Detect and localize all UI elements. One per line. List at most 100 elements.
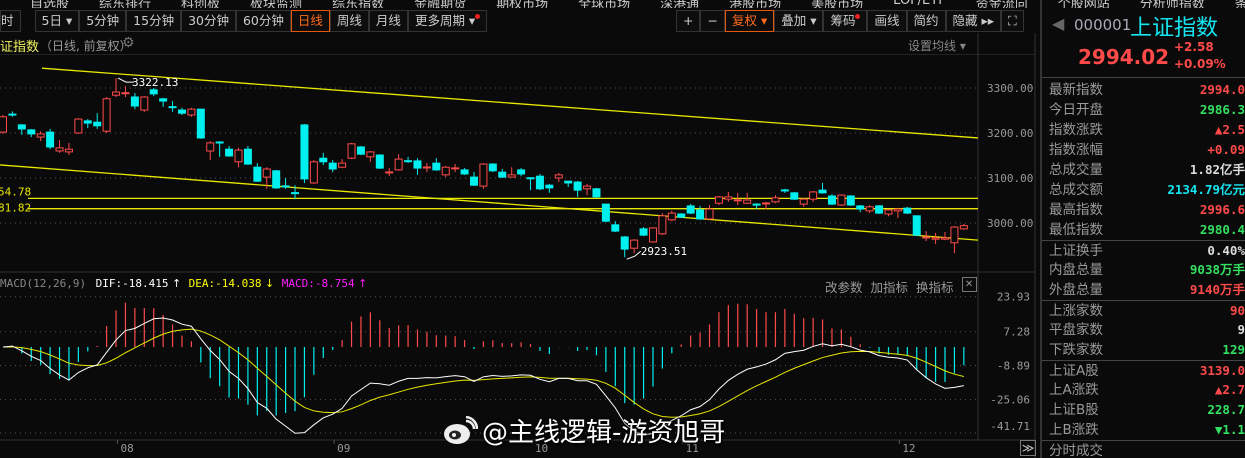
candle bbox=[206, 141, 215, 160]
candle bbox=[385, 168, 394, 177]
quote-value: 0.40% bbox=[1207, 243, 1245, 258]
candle bbox=[17, 124, 26, 135]
candle-body bbox=[950, 226, 959, 244]
candle bbox=[564, 180, 573, 187]
quote-row: 指数涨跌 ▲2.5 bbox=[1042, 120, 1245, 140]
price-tick-label: 3000.00 bbox=[987, 217, 1033, 230]
price-tick-label: 3300.00 bbox=[987, 82, 1033, 95]
candle bbox=[356, 146, 365, 156]
candle-body bbox=[206, 142, 215, 152]
next-page-button[interactable]: ≫ bbox=[1020, 440, 1036, 456]
candle bbox=[140, 96, 149, 112]
candle bbox=[677, 213, 686, 219]
candle-body bbox=[8, 113, 17, 116]
quote-value: 228.7 bbox=[1207, 402, 1245, 417]
quote-label: 上A涨跌 bbox=[1049, 382, 1099, 398]
quote-row: 最新指数 2994.0 bbox=[1042, 80, 1245, 100]
quote-label: 上涨家数 bbox=[1049, 303, 1103, 319]
candle bbox=[225, 146, 234, 157]
quote-value: 2996.6 bbox=[1199, 202, 1245, 217]
quote-row: 今日开盘 2986.3 bbox=[1042, 100, 1245, 120]
candle bbox=[281, 178, 290, 189]
prev-arrow-icon[interactable]: ◀ bbox=[1052, 14, 1064, 33]
candle bbox=[215, 141, 224, 157]
close-indicator-button[interactable]: ✕ bbox=[961, 277, 977, 292]
candle-body bbox=[55, 147, 64, 152]
candle bbox=[686, 204, 695, 214]
candle-body bbox=[149, 89, 158, 95]
quote-label: 最低指数 bbox=[1049, 222, 1103, 238]
quote-value: ▲2.5 bbox=[1214, 122, 1245, 137]
candle bbox=[601, 203, 610, 223]
quote-value: 9038万手 bbox=[1189, 262, 1245, 277]
candle-body bbox=[639, 228, 648, 236]
candle-body bbox=[187, 108, 196, 116]
candle-body bbox=[74, 118, 83, 134]
macd-tick-label: -41.71 bbox=[990, 420, 1030, 433]
date-tick-label: 08 bbox=[120, 442, 133, 455]
candle-body bbox=[177, 109, 186, 114]
candle-body bbox=[884, 209, 893, 215]
candle-body bbox=[27, 129, 36, 135]
quote-value: 129 bbox=[1222, 342, 1245, 357]
candle bbox=[46, 128, 55, 150]
change-params-button[interactable]: 改参数 bbox=[825, 277, 863, 296]
quote-row: 上B涨跌 ▼1.1 bbox=[1042, 420, 1245, 440]
candle bbox=[799, 198, 808, 207]
watermark: @主线逻辑-游资旭哥 bbox=[442, 412, 725, 449]
candle-body bbox=[620, 236, 629, 250]
candle-body bbox=[102, 98, 111, 132]
date-tick-label: 12 bbox=[902, 442, 915, 455]
candle-body bbox=[93, 121, 102, 127]
candle-body bbox=[743, 199, 752, 204]
candle bbox=[827, 194, 836, 205]
candle-body bbox=[686, 205, 695, 214]
candle bbox=[300, 124, 309, 183]
quote-value: 2994.0 bbox=[1199, 82, 1245, 97]
candle-body bbox=[903, 207, 912, 214]
dea-arrow-icon: ↓ bbox=[265, 277, 275, 290]
candle-body bbox=[338, 162, 347, 168]
quote-label: 上证换手 bbox=[1049, 243, 1103, 259]
candle bbox=[714, 196, 723, 205]
candle bbox=[875, 205, 884, 214]
candle-body bbox=[281, 185, 290, 188]
candle-body bbox=[385, 171, 394, 174]
price-tick-label: 3100.00 bbox=[987, 172, 1033, 185]
candle bbox=[470, 172, 478, 187]
quote-label: 上证A股 bbox=[1049, 363, 1099, 379]
quote-value: 1.82亿手 bbox=[1189, 162, 1245, 177]
candle-body bbox=[601, 203, 610, 222]
candle-body bbox=[460, 169, 469, 175]
quote-row: 指数涨幅 +0.09 bbox=[1042, 140, 1245, 160]
candle bbox=[149, 88, 158, 97]
candle-body bbox=[837, 194, 846, 206]
weibo-logo-icon bbox=[444, 415, 478, 444]
candle-body bbox=[592, 188, 601, 198]
candle-body bbox=[272, 170, 281, 189]
dea-value: DEA:-14.038 bbox=[188, 277, 262, 290]
candle-body bbox=[611, 224, 620, 232]
candle bbox=[818, 182, 827, 194]
macd-tick-label: -25.06 bbox=[990, 394, 1030, 407]
candle-body bbox=[0, 116, 7, 133]
dif-value: DIF:-18.415 bbox=[95, 277, 169, 290]
switch-indicator-button[interactable]: 换指标 bbox=[916, 277, 954, 296]
candle-body bbox=[366, 151, 375, 158]
candle-body bbox=[422, 166, 431, 169]
candle bbox=[243, 146, 252, 165]
candle bbox=[112, 78, 121, 97]
candle bbox=[620, 236, 629, 258]
candle bbox=[347, 142, 356, 160]
add-indicator-button[interactable]: 加指标 bbox=[871, 277, 909, 296]
candle-body bbox=[404, 160, 413, 163]
stock-code: 000001 bbox=[1074, 16, 1132, 34]
candle bbox=[950, 226, 959, 254]
candle-body bbox=[234, 149, 243, 163]
quote-value: +0.09 bbox=[1207, 142, 1245, 157]
candle-body bbox=[865, 206, 874, 212]
candle bbox=[658, 213, 667, 236]
quote-row: 上证换手 0.40% bbox=[1042, 240, 1245, 260]
candle-body bbox=[827, 195, 836, 205]
candle-body bbox=[507, 174, 516, 178]
